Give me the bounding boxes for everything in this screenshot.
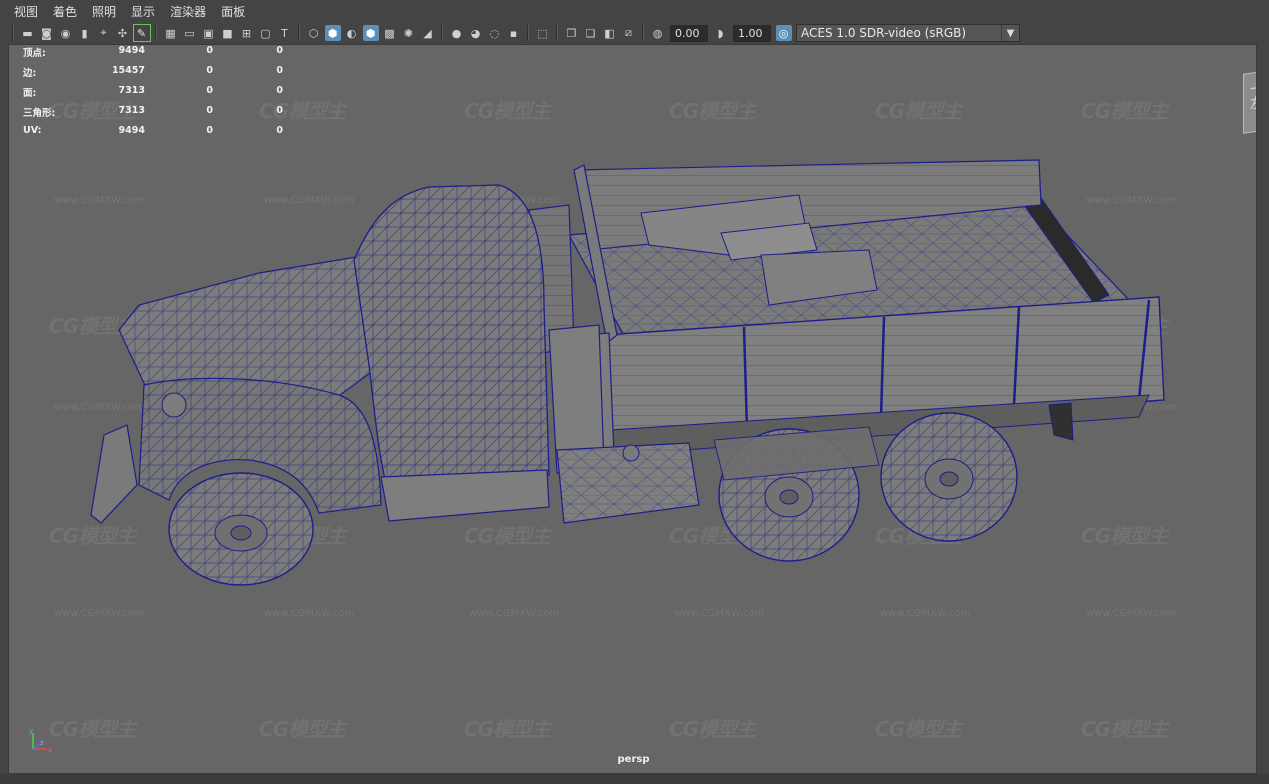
hud-value-object: 9494 — [118, 45, 145, 56]
textured-icon[interactable]: ▩ — [382, 25, 398, 41]
toolbar-separator — [298, 25, 300, 41]
toolbar-separator — [155, 25, 157, 41]
toolbar-separator — [12, 25, 14, 41]
hud-label: 三角形: — [23, 108, 56, 119]
truck-mesh[interactable] — [9, 45, 1257, 774]
axis-x-label: x — [48, 746, 52, 754]
hud-value-object: 7313 — [118, 85, 145, 96]
axis-gizmo: y z x — [29, 727, 52, 754]
hud-value-selected: 0 — [206, 105, 213, 116]
gamma-field[interactable]: 1.00 — [733, 24, 771, 42]
xray-icon[interactable]: ❐ — [564, 25, 580, 41]
menu-renderer[interactable]: 渲染器 — [170, 3, 206, 20]
camera-attributes-icon[interactable]: ◙ — [39, 25, 55, 41]
hud-value-component: 0 — [276, 65, 283, 76]
safe-title-icon[interactable]: T — [277, 25, 293, 41]
rear-wheel-2 — [880, 412, 1018, 542]
menu-show[interactable]: 显示 — [131, 3, 155, 20]
image-plane-icon[interactable]: ⌖ — [96, 25, 112, 41]
front-wheel — [168, 472, 314, 586]
safe-action-icon[interactable]: ▢ — [258, 25, 274, 41]
use-all-lights-icon[interactable]: ✺ — [401, 25, 417, 41]
color-management-icon[interactable]: ◎ — [775, 25, 792, 41]
hud-row: 三角形: 7313 0 0 — [23, 105, 283, 125]
screen-space-ao-icon[interactable]: ● — [449, 25, 465, 41]
gate-mask-icon[interactable]: ■ — [220, 25, 236, 41]
bottom-strip — [0, 774, 1269, 784]
toolbar-separator — [556, 25, 558, 41]
chevron-down-icon[interactable]: ▼ — [1001, 25, 1019, 41]
bookmark-icon[interactable]: ▮ — [77, 25, 93, 41]
exposure-field[interactable]: 0.00 — [670, 24, 708, 42]
hud-row: UV: 9494 0 0 — [23, 125, 283, 145]
front-bumper — [90, 424, 138, 524]
panel-toolbar: ▬ ◙ ◉ ▮ ⌖ ✣ ✎ ▦ ▭ ▣ ■ ⊞ ▢ T ⬡ ⬢ ◐ ⬢ ▩ ✺ … — [0, 22, 1269, 44]
hud-value-component: 0 — [276, 85, 283, 96]
menu-bar: 视图 着色 照明 显示 渲染器 面板 — [0, 0, 1269, 22]
menu-panels[interactable]: 面板 — [221, 3, 245, 20]
menu-lighting[interactable]: 照明 — [92, 3, 116, 20]
hud-value-component: 0 — [276, 105, 283, 116]
view-cube-top-label[interactable]: 上 — [1244, 69, 1256, 94]
hud-value-object: 7313 — [118, 105, 145, 116]
depth-of-field-icon[interactable]: ▪ — [506, 25, 522, 41]
select-camera-icon[interactable]: ▬ — [20, 25, 36, 41]
exposure-icon[interactable]: ◍ — [650, 25, 666, 41]
hud-value-selected: 0 — [206, 65, 213, 76]
anti-aliasing-icon[interactable]: ◌ — [487, 25, 503, 41]
hud-value-object: 15457 — [111, 65, 145, 76]
mudflap — [1048, 402, 1074, 441]
hud-value-selected: 0 — [206, 125, 213, 136]
cab-step — [380, 469, 550, 522]
hud-label: UV: — [23, 125, 42, 136]
toolbar-separator — [642, 25, 644, 41]
gamma-icon[interactable]: ◗ — [713, 25, 729, 41]
shadows-icon[interactable]: ◢ — [420, 25, 436, 41]
hud-row: 边: 15457 0 0 — [23, 65, 283, 85]
grease-pencil-icon[interactable]: ✎ — [132, 24, 151, 42]
field-chart-icon[interactable]: ⊞ — [239, 25, 255, 41]
motion-blur-icon[interactable]: ◕ — [468, 25, 484, 41]
menu-view[interactable]: 视图 — [14, 3, 38, 20]
isolate-select-icon[interactable]: ⬚ — [535, 25, 551, 41]
fuel-cap — [622, 444, 640, 462]
axis-z-label: z — [40, 739, 44, 747]
hud-value-selected: 0 — [206, 85, 213, 96]
poly-count-hud: 顶点: 9494 0 0 边: 15457 0 0 面: 7313 0 0 三角形: 7313 0 0 UV: 9… — [23, 45, 283, 145]
wireframe-on-shaded-icon[interactable]: ⬢ — [362, 25, 379, 41]
cab-body-mesh — [354, 185, 549, 493]
smooth-shade-icon[interactable]: ⬢ — [324, 25, 341, 41]
camera-lock-icon[interactable]: ◉ — [58, 25, 74, 41]
hud-value-object: 9494 — [118, 125, 145, 136]
hud-label: 面: — [23, 88, 37, 99]
hud-row: 面: 7313 0 0 — [23, 85, 283, 105]
resolution-gate-icon[interactable]: ▣ — [201, 25, 217, 41]
default-material-icon[interactable]: ◐ — [344, 25, 360, 41]
hud-value-selected: 0 — [206, 45, 213, 56]
grid-icon[interactable]: ▦ — [163, 25, 179, 41]
two-d-pan-icon[interactable]: ✣ — [115, 25, 131, 41]
menu-shading[interactable]: 着色 — [53, 3, 77, 20]
hud-label: 边: — [23, 68, 37, 79]
camera-name-label: persp — [617, 754, 650, 765]
view-cube[interactable]: 上 左 — [1243, 68, 1256, 134]
color-space-label: ACES 1.0 SDR-video (sRGB) — [801, 26, 967, 40]
xray-components-icon[interactable]: ◧ — [602, 25, 618, 41]
hud-value-component: 0 — [276, 45, 283, 56]
viewport-persp[interactable]: CG模型主 CG模型主 CG模型主 CG模型主 CG模型主 CG模型主 CG模型主 CG模型主… — [8, 44, 1257, 774]
color-space-dropdown[interactable]: ACES 1.0 SDR-video (sRGB) ▼ — [796, 24, 1020, 42]
backface-culling-icon[interactable]: ⧄ — [621, 25, 637, 41]
axis-y-label: y — [29, 727, 33, 735]
film-gate-icon[interactable]: ▭ — [182, 25, 198, 41]
hud-value-component: 0 — [276, 125, 283, 136]
toolbar-separator — [441, 25, 443, 41]
wireframe-icon[interactable]: ⬡ — [306, 25, 322, 41]
xray-joints-icon[interactable]: ❏ — [583, 25, 599, 41]
headlight — [161, 392, 187, 418]
hud-label: 顶点: — [23, 48, 46, 59]
toolbar-separator — [527, 25, 529, 41]
hud-row: 顶点: 9494 0 0 — [23, 45, 283, 65]
